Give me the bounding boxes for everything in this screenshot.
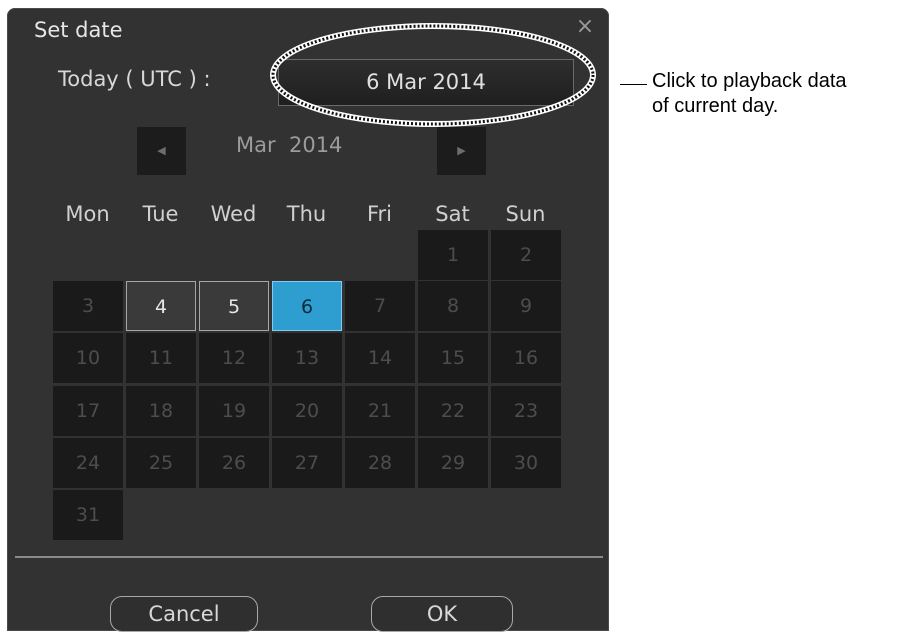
day-cell-disabled: 21 (345, 386, 415, 436)
weekday-label: Mon (65, 202, 110, 226)
day-cell-disabled: 29 (418, 438, 488, 488)
weekday-label: Thu (286, 202, 327, 226)
day-cell-disabled: 15 (418, 333, 488, 383)
month-year-label: Mar 2014 (236, 133, 343, 157)
close-icon[interactable]: × (573, 15, 597, 39)
day-cell-disabled: 1 (418, 230, 488, 280)
weekday-label: Sun (505, 202, 546, 226)
divider (15, 556, 603, 558)
day-cell-disabled: 7 (345, 281, 415, 331)
day-cell-disabled: 13 (272, 333, 342, 383)
day-cell-disabled: 9 (491, 281, 561, 331)
day-cell-disabled: 26 (199, 438, 269, 488)
day-cell-disabled: 20 (272, 386, 342, 436)
day-cell[interactable]: 5 (199, 281, 269, 331)
dialog-title: Set date (34, 18, 123, 42)
day-cell-disabled: 12 (199, 333, 269, 383)
weekday-label: Wed (210, 202, 257, 226)
ok-button[interactable]: OK (371, 596, 513, 632)
day-cell[interactable]: 4 (126, 281, 196, 331)
today-date-button[interactable]: 6 Mar 2014 (278, 59, 574, 106)
annotation-text: Click to playback data of current day. (652, 69, 847, 119)
annotation-line-2: of current day. (652, 95, 779, 117)
day-cell-disabled: 10 (53, 333, 123, 383)
cancel-button[interactable]: Cancel (110, 596, 258, 632)
day-cell-disabled: 14 (345, 333, 415, 383)
annotation-line-1: Click to playback data (652, 70, 847, 92)
day-cell-disabled: 30 (491, 438, 561, 488)
triangle-left-icon: ◀ (157, 144, 166, 157)
today-utc-label: Today ( UTC ) : (58, 67, 211, 91)
day-cell-disabled: 23 (491, 386, 561, 436)
set-date-dialog: Set date × Today ( UTC ) : 6 Mar 2014 ◀ … (7, 8, 609, 632)
day-cell-disabled: 27 (272, 438, 342, 488)
prev-month-button[interactable]: ◀ (137, 127, 186, 175)
day-cell-disabled: 22 (418, 386, 488, 436)
day-cell-disabled: 8 (418, 281, 488, 331)
day-cell-disabled: 31 (53, 490, 123, 540)
day-cell-disabled: 24 (53, 438, 123, 488)
day-cell-selected[interactable]: 6 (272, 281, 342, 331)
day-cell-disabled: 3 (53, 281, 123, 331)
day-cell-disabled: 17 (53, 386, 123, 436)
annotation-leader-line (620, 84, 647, 85)
day-cell-disabled: 28 (345, 438, 415, 488)
day-cell-disabled: 18 (126, 386, 196, 436)
day-cell-disabled: 11 (126, 333, 196, 383)
day-cell-disabled: 16 (491, 333, 561, 383)
weekday-label: Fri (366, 202, 393, 226)
day-cell-disabled: 25 (126, 438, 196, 488)
next-month-button[interactable]: ▶ (437, 127, 486, 175)
day-cell-disabled: 19 (199, 386, 269, 436)
day-cell-disabled: 2 (491, 230, 561, 280)
triangle-right-icon: ▶ (457, 144, 466, 157)
weekday-label: Tue (142, 202, 179, 226)
weekday-label: Sat (435, 202, 470, 226)
